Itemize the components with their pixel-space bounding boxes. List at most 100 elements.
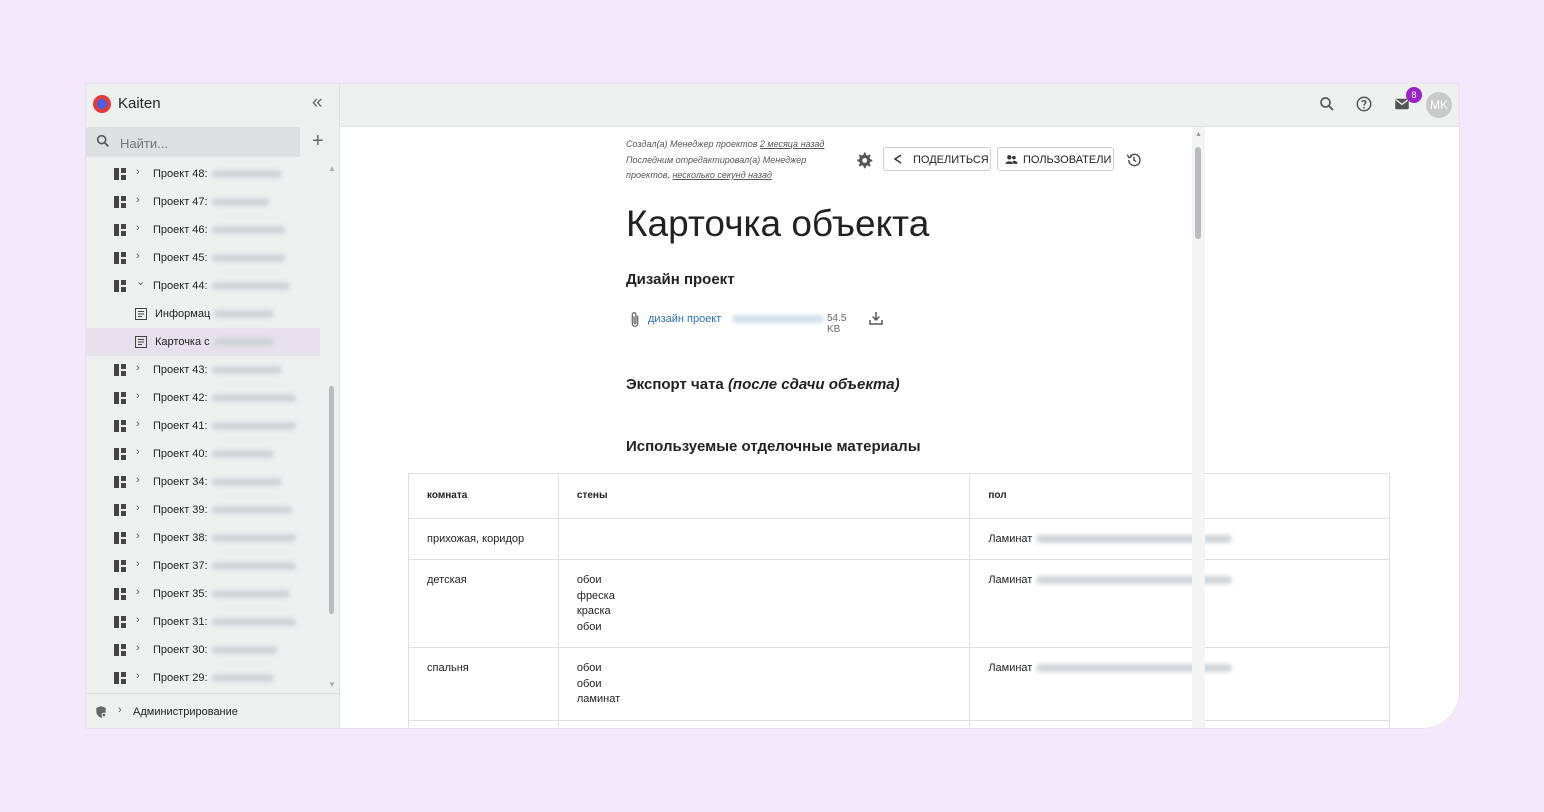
sidebar-item-project[interactable]: › Проект 34:: [86, 468, 320, 496]
redacted-text: [211, 282, 290, 291]
app-name: Kaiten: [118, 95, 161, 112]
floor-cell[interactable]: Ламинат: [969, 517, 1390, 560]
chevron-right-icon[interactable]: ›: [136, 586, 140, 598]
sidebar-item-project[interactable]: › Проект 41:: [86, 412, 320, 440]
sidebar-item-project[interactable]: › Проект 39:: [86, 496, 320, 524]
redacted-text: [211, 534, 296, 543]
redacted-text: [211, 226, 286, 235]
kaiten-logo-icon: [93, 95, 111, 113]
chevron-right-icon[interactable]: ›: [136, 390, 140, 402]
content-scrollbar[interactable]: ▲: [1192, 127, 1205, 728]
redacted-text: [211, 254, 286, 263]
scroll-up-icon[interactable]: ▲: [328, 164, 336, 173]
avatar[interactable]: MK: [1426, 92, 1452, 118]
sidebar-item-project[interactable]: › Проект 48:: [86, 160, 320, 188]
sidebar-item-project[interactable]: › Проект 40:: [86, 440, 320, 468]
redacted-text: [213, 338, 274, 347]
download-icon[interactable]: [868, 310, 884, 326]
sidebar-item-project[interactable]: › Проект 45:: [86, 244, 320, 272]
sidebar-item-text: Проект 34:: [153, 476, 208, 488]
sidebar-item-text: Проект 37:: [153, 560, 208, 572]
sidebar-item-project[interactable]: › Проект 31:: [86, 608, 320, 636]
chevron-right-icon[interactable]: ›: [136, 418, 140, 430]
chevron-right-icon[interactable]: ›: [136, 446, 140, 458]
sidebar-item-project[interactable]: › Проект 47:: [86, 188, 320, 216]
board-icon: [114, 616, 126, 628]
chevron-right-icon[interactable]: ›: [136, 166, 140, 178]
board-icon: [114, 476, 126, 488]
sidebar-item-text: Проект 29:: [153, 672, 208, 684]
sidebar-item-project[interactable]: › Проект 38:: [86, 524, 320, 552]
chevron-right-icon[interactable]: ›: [136, 558, 140, 570]
content-scroll-thumb[interactable]: [1195, 147, 1201, 239]
table-cell[interactable]: [557, 719, 971, 728]
chevron-right-icon[interactable]: ›: [136, 670, 140, 682]
sidebar-item-project[interactable]: › Проект 30:: [86, 636, 320, 664]
sidebar-item-document[interactable]: Карточка с: [86, 328, 320, 356]
chevron-right-icon[interactable]: ›: [136, 530, 140, 542]
board-icon: [114, 252, 126, 264]
sidebar-item-text: Проект 43:: [153, 364, 208, 376]
document-area: Создал(а) Менеджер проектов 2 месяца наз…: [340, 127, 1446, 728]
room-cell[interactable]: детская: [408, 559, 559, 648]
chevron-right-icon[interactable]: ›: [136, 194, 140, 206]
sidebar-item-project[interactable]: › Проект 46:: [86, 216, 320, 244]
attachment-link[interactable]: дизайн проект: [648, 313, 721, 325]
sidebar-item-document[interactable]: Информац: [86, 300, 320, 328]
floor-cell[interactable]: Ламинат: [969, 647, 1390, 721]
sidebar-item-project[interactable]: › Проект 37:: [86, 552, 320, 580]
chevron-right-icon[interactable]: ›: [136, 222, 140, 234]
chevron-right-icon[interactable]: ›: [136, 502, 140, 514]
sidebar-item-project[interactable]: › Проект 35:: [86, 580, 320, 608]
floor-cell[interactable]: Ламинат: [969, 559, 1390, 648]
history-icon[interactable]: [1125, 151, 1143, 169]
search-input[interactable]: [118, 132, 292, 154]
table-cell[interactable]: [969, 719, 1390, 728]
meta-edited-when[interactable]: несколько секунд назад: [672, 170, 771, 180]
chevron-right-icon[interactable]: ›: [136, 250, 140, 262]
sidebar-scroll-thumb[interactable]: [329, 386, 334, 614]
sidebar-item-project[interactable]: › Проект 29:: [86, 664, 320, 690]
share-button[interactable]: ПОДЕЛИТЬСЯ: [883, 147, 991, 171]
sidebar-item-label: Проект 35:: [153, 588, 290, 600]
sidebar-search[interactable]: [86, 127, 300, 157]
redacted-text: [211, 450, 274, 459]
chevron-down-icon[interactable]: ⌄: [136, 275, 145, 288]
add-space-button[interactable]: +: [312, 130, 324, 152]
paperclip-icon: [631, 312, 639, 327]
table-cell[interactable]: [408, 719, 559, 728]
board-icon: [114, 588, 126, 600]
help-icon[interactable]: [1355, 95, 1373, 113]
sidebar-item-label: Информац: [155, 308, 275, 320]
sidebar-item-project[interactable]: › Проект 42:: [86, 384, 320, 412]
gear-icon[interactable]: [855, 151, 873, 169]
collapse-sidebar-button[interactable]: «: [312, 93, 323, 113]
sidebar-item-administration[interactable]: › Администрирование: [86, 693, 339, 728]
scroll-down-icon[interactable]: ▼: [328, 680, 336, 689]
sidebar-item-text: Проект 45:: [153, 252, 208, 264]
walls-cell[interactable]: обои фреска краска обои: [557, 559, 971, 648]
attachment-filename-redacted: [732, 315, 824, 323]
sidebar-item-project[interactable]: ⌄ Проект 44:: [86, 272, 320, 300]
sidebar-item-project[interactable]: › Проект 43:: [86, 356, 320, 384]
meta-created-when[interactable]: 2 месяца назад: [760, 139, 824, 149]
walls-cell[interactable]: обои обои ламинат: [557, 647, 971, 721]
board-icon: [114, 280, 126, 292]
sidebar-scrollbar[interactable]: ▲ ▼: [327, 164, 337, 694]
users-button[interactable]: ПОЛЬЗОВАТЕЛИ: [997, 147, 1114, 171]
chevron-right-icon[interactable]: ›: [136, 362, 140, 374]
redacted-text: [211, 198, 270, 207]
scroll-up-icon[interactable]: ▲: [1195, 131, 1202, 138]
chevron-right-icon[interactable]: ›: [136, 474, 140, 486]
search-icon[interactable]: [1318, 95, 1336, 113]
room-cell[interactable]: прихожая, коридор: [408, 517, 559, 560]
walls-cell[interactable]: [557, 517, 971, 560]
table-row: спальня обои обои ламинат Ламинат: [408, 647, 1390, 721]
chevron-right-icon[interactable]: ›: [136, 614, 140, 626]
sidebar-item-label: Проект 37:: [153, 560, 296, 572]
app-window: Kaiten « + › Проект 48: › Проект 47: › Проект…: [86, 84, 1459, 728]
sidebar-item-label: Проект 39:: [153, 504, 292, 516]
chevron-right-icon[interactable]: ›: [136, 642, 140, 654]
room-cell[interactable]: спальня: [408, 647, 559, 721]
redacted-text: [211, 422, 296, 431]
